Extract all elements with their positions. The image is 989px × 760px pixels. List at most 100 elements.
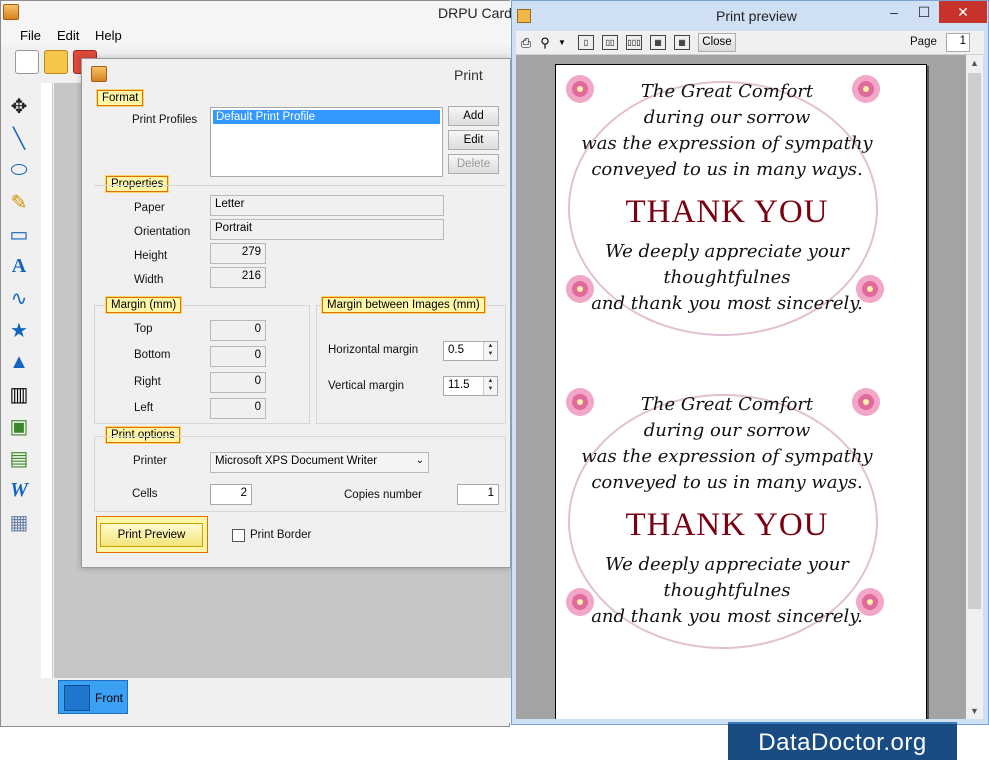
print-border-label: Print Border <box>250 529 312 541</box>
horizontal-margin-label: Horizontal margin <box>328 344 419 356</box>
vertical-margin-spinner[interactable]: 11.5 ▲ ▼ <box>443 376 498 396</box>
preview-scrollbar[interactable]: ▲ ▼ <box>966 55 983 719</box>
background-tool-icon[interactable]: ▦ <box>6 509 32 535</box>
card-line: conveyed to us in many ways. <box>591 159 863 180</box>
menu-file[interactable]: File <box>20 28 41 43</box>
menu-bar: File Edit Help <box>1 25 511 47</box>
drawing-tools-panel: ✥ ╲ ⬭ ✎ ▭ A ∿ ★ ▲ ▥ ▣ ▤ W ▦ <box>1 83 41 723</box>
card-line: was the expression of sympathy <box>581 446 873 467</box>
menu-edit[interactable]: Edit <box>57 28 79 43</box>
line-tool-icon[interactable]: ╲ <box>6 125 32 151</box>
zoom-icon[interactable]: ⚲ <box>537 35 553 50</box>
barcode-tool-icon[interactable]: ▥ <box>6 381 32 407</box>
tab-front[interactable]: Front <box>58 680 128 714</box>
width-label: Width <box>134 274 164 286</box>
triangle-tool-icon[interactable]: ▲ <box>6 349 32 375</box>
app-icon <box>3 4 19 20</box>
vertical-margin-label: Vertical margin <box>328 380 405 392</box>
two-pages-icon[interactable]: ▯▯ <box>602 35 618 50</box>
bottom-margin-label: Bottom <box>134 349 171 361</box>
height-field[interactable]: 279 <box>210 243 266 264</box>
right-margin-field[interactable]: 0 <box>210 372 266 393</box>
zoom-dropdown-icon[interactable]: ▼ <box>554 35 570 50</box>
preview-area: The Great Comfort during our sorrow was … <box>516 55 966 719</box>
select-pointer-icon[interactable]: ✥ <box>6 93 32 119</box>
print-dialog-icon <box>91 66 107 82</box>
star-tool-icon[interactable]: ★ <box>6 317 32 343</box>
menu-help[interactable]: Help <box>95 28 122 43</box>
card-preview-1: The Great Comfort during our sorrow was … <box>562 71 884 346</box>
printer-select[interactable]: Microsoft XPS Document Writer ⌄ <box>210 452 429 473</box>
print-preview-title: Print preview <box>716 8 797 24</box>
margin-between-images-label: Margin between Images (mm) <box>321 296 486 314</box>
properties-section-label: Properties <box>104 175 170 193</box>
print-dialog-title-bar: Print <box>82 59 510 89</box>
card-line: conveyed to us in many ways. <box>591 472 863 493</box>
card-line: was the expression of sympathy <box>581 133 873 154</box>
new-file-icon[interactable] <box>15 50 39 74</box>
margin-section-label: Margin (mm) <box>104 296 183 314</box>
minimize-icon[interactable]: – <box>879 1 909 23</box>
edit-profile-button[interactable]: Edit <box>448 130 499 150</box>
three-pages-icon[interactable]: ▯▯▯ <box>626 35 642 50</box>
printer-icon[interactable]: ⎙ <box>518 35 534 50</box>
paper-label: Paper <box>134 202 165 214</box>
card-page-icon <box>64 685 90 711</box>
datadoctor-logo-text: DataDoctor.org <box>758 729 927 756</box>
scroll-down-icon[interactable]: ▼ <box>966 703 983 719</box>
maximize-icon[interactable]: ☐ <box>909 1 939 23</box>
four-pages-icon[interactable]: ▦ <box>650 35 666 50</box>
scroll-thumb[interactable] <box>968 73 981 609</box>
image-tool-icon[interactable]: ▣ <box>6 413 32 439</box>
printer-value: Microsoft XPS Document Writer <box>215 455 378 467</box>
height-label: Height <box>134 250 168 262</box>
print-options-group <box>94 436 506 512</box>
scroll-up-icon[interactable]: ▲ <box>966 55 983 71</box>
printer-label: Printer <box>133 455 167 467</box>
open-folder-icon[interactable] <box>44 50 68 74</box>
spinner-arrows-icon[interactable]: ▲ ▼ <box>483 342 497 360</box>
print-border-checkbox[interactable] <box>232 529 245 542</box>
add-profile-button[interactable]: Add <box>448 106 499 126</box>
delete-profile-button[interactable]: Delete <box>448 154 499 174</box>
text-tool-icon[interactable]: A <box>6 253 32 279</box>
preview-window-icon <box>517 9 531 23</box>
card-preview-2: The Great Comfort during our sorrow was … <box>562 384 884 659</box>
pencil-tool-icon[interactable]: ✎ <box>6 189 32 215</box>
margin-group <box>94 305 310 424</box>
format-section-label: Format <box>95 89 145 107</box>
top-margin-field[interactable]: 0 <box>210 320 266 341</box>
print-profiles-list[interactable]: Default Print Profile <box>210 107 443 177</box>
thank-you-heading: THANK YOU <box>625 194 829 230</box>
orientation-field[interactable]: Portrait <box>210 219 444 240</box>
card-line: thoughtfulnes <box>663 580 791 601</box>
card-line: We deeply appreciate your <box>605 554 849 575</box>
curve-tool-icon[interactable]: ∿ <box>6 285 32 311</box>
card-line: and thank you most sincerely. <box>591 293 863 314</box>
vertical-margin-value: 11.5 <box>448 379 470 391</box>
app-title: DRPU Card <box>438 5 512 21</box>
print-preview-button[interactable]: Print Preview <box>100 523 203 547</box>
cells-field[interactable]: 2 <box>210 484 252 505</box>
page-number-field[interactable]: 1 <box>946 33 970 52</box>
spinner-arrows-icon[interactable]: ▲ ▼ <box>483 377 497 395</box>
six-pages-icon[interactable]: ▦ <box>674 35 690 50</box>
width-field[interactable]: 216 <box>210 267 266 288</box>
wordart-tool-icon[interactable]: W <box>6 477 32 503</box>
profile-item[interactable]: Default Print Profile <box>213 110 440 124</box>
close-preview-button[interactable]: Close <box>698 33 736 52</box>
ellipse-tool-icon[interactable]: ⬭ <box>6 157 32 183</box>
left-margin-label: Left <box>134 402 154 414</box>
paper-field[interactable]: Letter <box>210 195 444 216</box>
vertical-ruler <box>41 83 53 678</box>
copies-number-field[interactable]: 1 <box>457 484 499 505</box>
image-library-icon[interactable]: ▤ <box>6 445 32 471</box>
rectangle-tool-icon[interactable]: ▭ <box>6 221 32 247</box>
left-margin-field[interactable]: 0 <box>210 398 266 419</box>
close-window-icon[interactable]: ✕ <box>939 1 987 23</box>
bottom-margin-field[interactable]: 0 <box>210 346 266 367</box>
horizontal-margin-spinner[interactable]: 0.5 ▲ ▼ <box>443 341 498 361</box>
one-page-icon[interactable]: ▯ <box>578 35 594 50</box>
print-dialog: Print Format Print Profiles Default Prin… <box>81 58 511 568</box>
card-line: during our sorrow <box>643 107 811 128</box>
